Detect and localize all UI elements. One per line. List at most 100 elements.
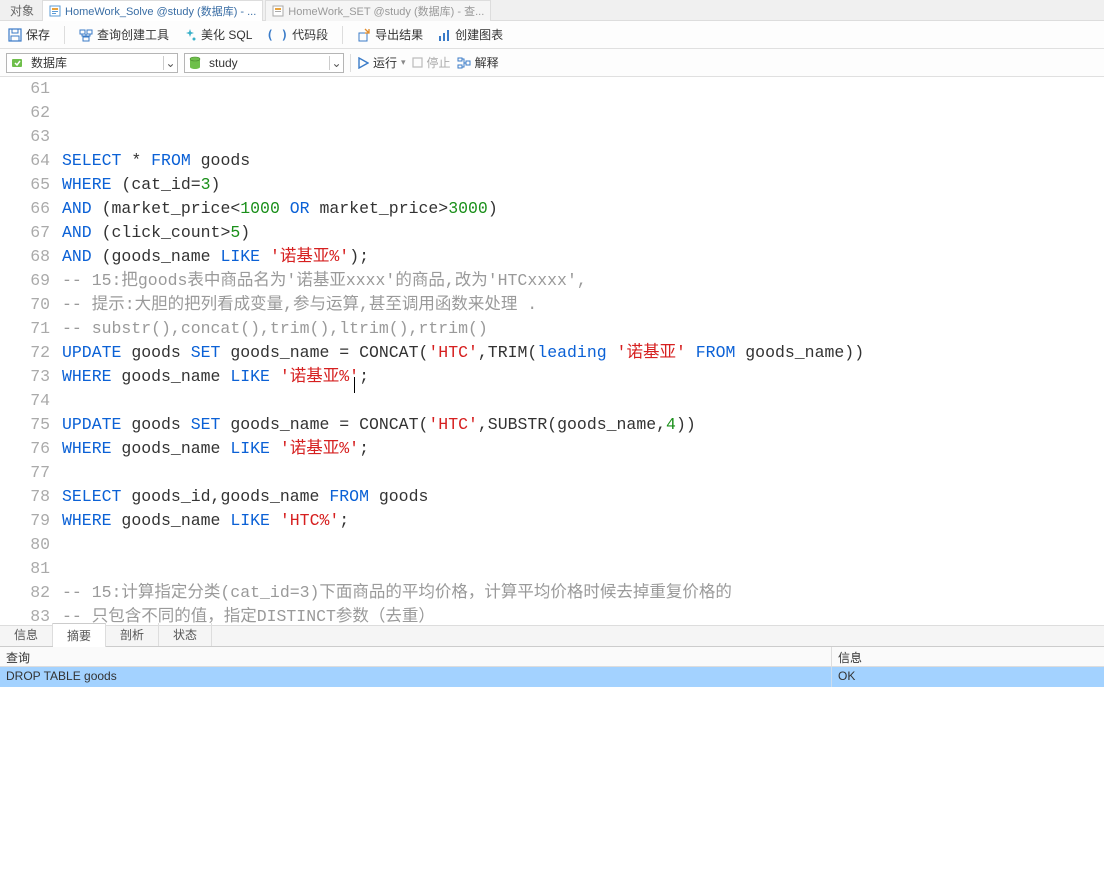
line-number: 68: [0, 245, 50, 269]
chevron-down-icon: ▾: [401, 57, 406, 68]
tab-homework-set[interactable]: HomeWork_SET @study (数据库) - 查...: [265, 0, 491, 21]
line-number: 65: [0, 173, 50, 197]
query-file-icon: [49, 5, 61, 17]
stop-icon: [412, 57, 423, 68]
stop-label: 停止: [427, 54, 451, 71]
code-line: -- 15:计算指定分类(cat_id=3)下面商品的平均价格，计算平均价格时候…: [62, 581, 1104, 605]
explain-label: 解释: [475, 54, 499, 71]
code-line: WHERE goods_name LIKE 'HTC%';: [62, 509, 1104, 533]
export-results-button[interactable]: 导出结果: [357, 26, 423, 43]
line-number: 76: [0, 437, 50, 461]
line-number: 77: [0, 461, 50, 485]
code-line: [62, 557, 1104, 581]
parentheses-icon: ( ): [266, 28, 288, 42]
snippet-button[interactable]: ( ) 代码段: [266, 26, 328, 43]
line-number: 61: [0, 77, 50, 101]
chevron-down-icon: ⌄: [329, 56, 343, 70]
code-area[interactable]: SELECT * FROM goodsWHERE (cat_id=3) AND (…: [62, 77, 1104, 625]
results-header-info[interactable]: 信息: [832, 647, 1104, 666]
line-number: 82: [0, 581, 50, 605]
tab-profile[interactable]: 剖析: [106, 623, 159, 646]
chart-label: 创建图表: [455, 26, 503, 43]
stop-button[interactable]: 停止: [412, 54, 451, 71]
schema-combo[interactable]: study ⌄: [184, 53, 344, 73]
main-toolbar: 保存 查询创建工具 美化 SQL ( ) 代码段 导出结果 创建图表: [0, 21, 1104, 49]
results-header: 查询 信息: [0, 647, 1104, 667]
tab-homework-solve[interactable]: HomeWork_Solve @study (数据库) - ...: [42, 0, 263, 21]
connection-icon: [9, 55, 25, 71]
code-line: AND (goods_name LIKE '诺基亚%');: [62, 245, 1104, 269]
save-label: 保存: [26, 26, 50, 43]
line-number: 74: [0, 389, 50, 413]
run-label: 运行: [373, 54, 397, 71]
code-line: UPDATE goods SET goods_name = CONCAT('HT…: [62, 341, 1104, 365]
chevron-down-icon: ⌄: [163, 56, 177, 70]
line-number: 64: [0, 149, 50, 173]
results-cell-info: OK: [832, 667, 1104, 687]
export-icon: [357, 28, 371, 42]
tab-info[interactable]: 信息: [0, 623, 53, 646]
code-line: AND (click_count>5): [62, 221, 1104, 245]
tab-summary[interactable]: 摘要: [53, 623, 106, 647]
line-number: 63: [0, 125, 50, 149]
query-builder-label: 查询创建工具: [97, 26, 169, 43]
chart-icon: [437, 28, 451, 42]
sql-editor[interactable]: 6162636465666768697071727374757677787980…: [0, 77, 1104, 625]
tab-status[interactable]: 状态: [159, 623, 212, 646]
line-number: 73: [0, 365, 50, 389]
save-button[interactable]: 保存: [8, 26, 50, 43]
line-number: 79: [0, 509, 50, 533]
play-icon: [357, 57, 369, 69]
tab-bar-leading-label: 对象: [4, 2, 40, 19]
query-builder-icon: [79, 28, 93, 42]
sparkle-icon: [183, 28, 197, 42]
toolbar-separator: [342, 26, 343, 44]
explain-icon: [457, 56, 471, 70]
database-combo-text: 数据库: [27, 54, 163, 71]
line-number: 66: [0, 197, 50, 221]
code-line: WHERE (cat_id=3): [62, 173, 1104, 197]
line-number: 67: [0, 221, 50, 245]
line-number: 71: [0, 317, 50, 341]
export-label: 导出结果: [375, 26, 423, 43]
connection-bar: 数据库 ⌄ study ⌄ 运行 ▾ 停止 解释: [0, 49, 1104, 77]
line-number: 80: [0, 533, 50, 557]
line-number: 81: [0, 557, 50, 581]
code-line: -- 只包含不同的值，指定DISTINCT参数（去重）: [62, 605, 1104, 625]
code-line: -- 15:把goods表中商品名为'诺基亚xxxx'的商品,改为'HTCxxx…: [62, 269, 1104, 293]
save-icon: [8, 28, 22, 42]
run-button[interactable]: 运行 ▾: [357, 54, 406, 71]
code-line: UPDATE goods SET goods_name = CONCAT('HT…: [62, 413, 1104, 437]
results-panel: 查询 信息 DROP TABLE goods OK: [0, 647, 1104, 891]
database-combo[interactable]: 数据库 ⌄: [6, 53, 178, 73]
snippet-label: 代码段: [292, 26, 328, 43]
results-header-query[interactable]: 查询: [0, 647, 832, 666]
line-number: 75: [0, 413, 50, 437]
line-number: 83: [0, 605, 50, 625]
schema-combo-text: study: [205, 56, 329, 70]
line-number: 72: [0, 341, 50, 365]
toolbar-separator: [64, 26, 65, 44]
document-tab-bar: 对象 HomeWork_Solve @study (数据库) - ... Hom…: [0, 0, 1104, 21]
beautify-sql-button[interactable]: 美化 SQL: [183, 26, 252, 43]
code-line: [62, 533, 1104, 557]
explain-button[interactable]: 解释: [457, 54, 499, 71]
line-number: 69: [0, 269, 50, 293]
code-line: SELECT goods_id,goods_name FROM goods: [62, 485, 1104, 509]
code-line: WHERE goods_name LIKE '诺基亚%';: [62, 365, 1104, 389]
results-tab-bar: 信息 摘要 剖析 状态: [0, 625, 1104, 647]
tab-label: HomeWork_Solve @study (数据库) - ...: [65, 3, 256, 19]
query-file-icon: [272, 5, 284, 17]
code-line: SELECT * FROM goods: [62, 149, 1104, 173]
database-icon: [187, 55, 203, 71]
code-line: -- substr(),concat(),trim(),ltrim(),rtri…: [62, 317, 1104, 341]
line-number: 78: [0, 485, 50, 509]
toolbar-separator: [350, 54, 351, 72]
line-number: 70: [0, 293, 50, 317]
line-number-gutter: 6162636465666768697071727374757677787980…: [0, 77, 62, 625]
results-row[interactable]: DROP TABLE goods OK: [0, 667, 1104, 687]
query-builder-button[interactable]: 查询创建工具: [79, 26, 169, 43]
create-chart-button[interactable]: 创建图表: [437, 26, 503, 43]
results-cell-query: DROP TABLE goods: [0, 667, 832, 687]
code-line: WHERE goods_name LIKE '诺基亚%';: [62, 437, 1104, 461]
